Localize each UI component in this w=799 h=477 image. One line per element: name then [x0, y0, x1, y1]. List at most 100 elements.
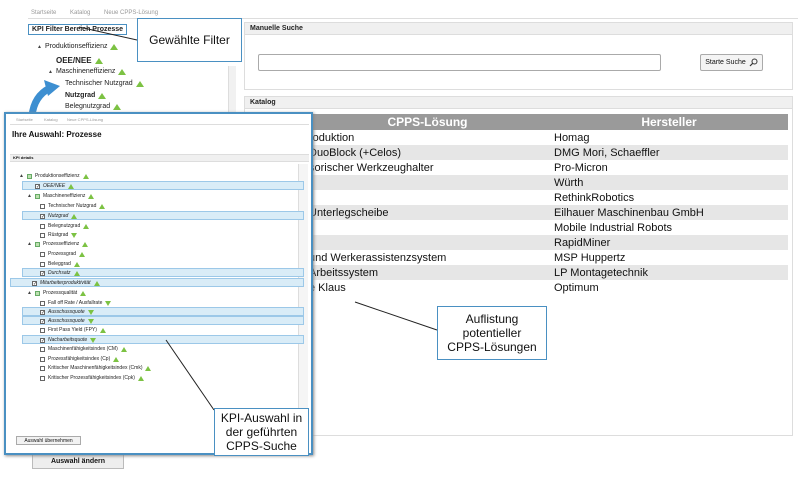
kpi-item[interactable]: ✓ Durchsatz [40, 270, 80, 276]
table-row[interactable]: und Werkerassistenzsystem MSP Huppertz [305, 250, 788, 265]
trend-up-icon [94, 57, 103, 64]
filter-item[interactable]: Belegnutzgrad [65, 103, 122, 110]
group-checkbox[interactable] [34, 241, 40, 247]
group-checkbox[interactable] [34, 290, 40, 296]
checkbox-checked[interactable]: ✓ [40, 309, 45, 315]
table-row[interactable]: Arbeitssystem LP Montagetechnik [305, 265, 788, 280]
kpi-item[interactable]: Kritischer Maschinenfähigkeitsindex (Cmk… [40, 365, 152, 371]
table-row[interactable]: RethinkRobotics [305, 190, 788, 205]
kpi-item[interactable]: Prozessgrad [40, 251, 86, 257]
kpi-item[interactable]: ✓ Mitarbeiterproduktivität [32, 280, 100, 286]
kpi-item[interactable]: ✓ OEE/NEE [35, 183, 75, 189]
filter-scrollbar[interactable] [228, 66, 236, 114]
kpi-item[interactable]: ▲ Maschineneffizienz [27, 193, 95, 199]
filter-item[interactable]: ▲ Produktionseffizienz [37, 43, 119, 50]
kpi-item[interactable]: Kritischer Prozessfähigkeitsindex (Cpk) [40, 375, 144, 381]
checkbox[interactable] [40, 232, 45, 238]
search-panel: Manuelle Suche Starte Suche [244, 22, 793, 90]
filter-item[interactable]: Nutzgrad [65, 92, 107, 99]
checkbox-checked[interactable]: ✓ [35, 183, 40, 189]
kpi-item[interactable]: Maschinenfähigkeitsindex (CM) [40, 346, 127, 352]
kpi-item[interactable]: ▲ Prozesseffizienz [27, 241, 89, 247]
search-input[interactable] [258, 54, 661, 71]
expand-icon[interactable]: ▲ [48, 69, 53, 75]
trend-up-icon [135, 80, 144, 87]
cell-solution: sorischer Werkzeughalter [309, 161, 434, 174]
checkbox[interactable] [40, 300, 45, 306]
kpi-item[interactable]: Technischer Nutzgrad [40, 203, 106, 209]
nav-new-cpps[interactable]: Neue CPPS-Lösung [104, 10, 158, 16]
trend-up-icon [98, 92, 107, 99]
trend-up-icon [99, 203, 106, 209]
table-row[interactable]: DuoBlock (+Celos) DMG Mori, Schaeffler [305, 145, 788, 160]
trend-up-icon [68, 183, 75, 189]
checkbox-checked[interactable]: ✓ [40, 270, 45, 276]
checkbox[interactable] [40, 327, 45, 333]
table-row[interactable]: sorischer Werkzeughalter Pro-Micron [305, 160, 788, 175]
callout-kpi-selection: KPI-Auswahl in der geführten CPPS-Suche [214, 408, 309, 456]
table-row[interactable]: Mobile Industrial Robots [305, 220, 788, 235]
table-row[interactable]: Würth [305, 175, 788, 190]
cell-vendor: RapidMiner [550, 235, 788, 250]
group-checkbox[interactable] [26, 173, 32, 179]
callout-line: CPPS-Lösungen [447, 340, 537, 354]
kpi-item[interactable]: Prozessfähigkeitsindex (Cp) [40, 356, 120, 362]
callout-line: CPPS-Suche [226, 439, 297, 453]
checkbox[interactable] [40, 203, 45, 209]
checkbox[interactable] [40, 223, 45, 229]
checkbox[interactable] [40, 251, 45, 257]
kpi-item[interactable]: ▲ Produktionseffizienz [19, 173, 89, 179]
table-row[interactable]: Unterlegscheibe Eilhauer Maschinenbau Gmb… [305, 205, 788, 220]
checkbox[interactable] [40, 261, 45, 267]
checkbox-checked[interactable]: ✓ [40, 318, 45, 324]
kpi-item[interactable]: ✓ Ausschussquote [40, 318, 94, 324]
cell-vendor: LP Montagetechnik [550, 265, 788, 280]
trend-down-icon [105, 300, 112, 306]
kpi-item[interactable]: Rüstgrad [40, 232, 78, 238]
kpi-item[interactable]: Fall off Rate / Ausfallrate [40, 300, 112, 306]
start-search-button[interactable]: Starte Suche [700, 54, 763, 71]
table-row[interactable]: RapidMiner [305, 235, 788, 250]
popup-nav-startseite[interactable]: Startseite [16, 117, 33, 122]
filter-panel-title: KPI Filter Bereich Prozesse [28, 24, 128, 35]
cell-vendor: Würth [550, 175, 788, 190]
kpi-item[interactable]: ✓ Nutzgrad [40, 213, 78, 219]
nav-startseite[interactable]: Startseite [31, 10, 56, 16]
trend-up-icon [113, 356, 120, 362]
nav-katalog[interactable]: Katalog [70, 10, 90, 16]
kpi-item[interactable]: First Pass Yield (FPY) [40, 327, 106, 333]
col-hersteller[interactable]: Hersteller [550, 114, 788, 130]
kpi-item[interactable]: Beleggrad [40, 261, 80, 267]
table-row[interactable]: e Klaus Optimum [305, 280, 788, 295]
popup-title: Ihre Auswahl: Prozesse [12, 130, 102, 139]
trend-up-icon [88, 193, 95, 199]
col-cpps[interactable]: CPPS-Lösung [305, 114, 550, 130]
filter-item-label: Nutzgrad [65, 92, 96, 99]
table-row[interactable]: roduktion Homag [305, 130, 788, 145]
group-checkbox[interactable] [34, 193, 40, 199]
apply-selection-button[interactable]: Auswahl übernehmen [16, 436, 81, 445]
checkbox[interactable] [40, 346, 45, 352]
search-panel-title: Manuelle Suche [250, 25, 303, 32]
checkbox-checked[interactable]: ✓ [40, 337, 45, 343]
filter-item-label: Belegnutzgrad [65, 103, 111, 110]
checkbox[interactable] [40, 356, 45, 362]
filter-item[interactable]: OEE/NEE [56, 56, 103, 65]
filter-item[interactable]: ▲ Maschineneffizienz [48, 68, 127, 75]
kpi-item[interactable]: ✓ Ausschussquote [40, 309, 94, 315]
kpi-item[interactable]: ▲ Prozessqualität [27, 290, 87, 296]
callout-filter: Gewählte Filter [137, 18, 242, 62]
trend-down-icon [87, 309, 94, 315]
popup-nav-new-cpps[interactable]: Neue CPPS-Lösung [67, 117, 103, 122]
checkbox-checked[interactable]: ✓ [40, 213, 45, 219]
popup-nav-katalog[interactable]: Katalog [44, 117, 58, 122]
expand-icon[interactable]: ▲ [37, 44, 42, 50]
filter-item[interactable]: Technischer Nutzgrad [65, 80, 144, 87]
checkbox[interactable] [40, 365, 45, 371]
kpi-item[interactable]: Belegnutzgrad [40, 223, 90, 229]
checkbox[interactable] [40, 375, 45, 381]
kpi-item[interactable]: ✓ Nacharbeitsquote [40, 337, 97, 343]
trend-up-icon [118, 68, 127, 75]
change-selection-button[interactable]: Auswahl ändern [32, 454, 124, 469]
checkbox-checked[interactable]: ✓ [32, 280, 37, 286]
